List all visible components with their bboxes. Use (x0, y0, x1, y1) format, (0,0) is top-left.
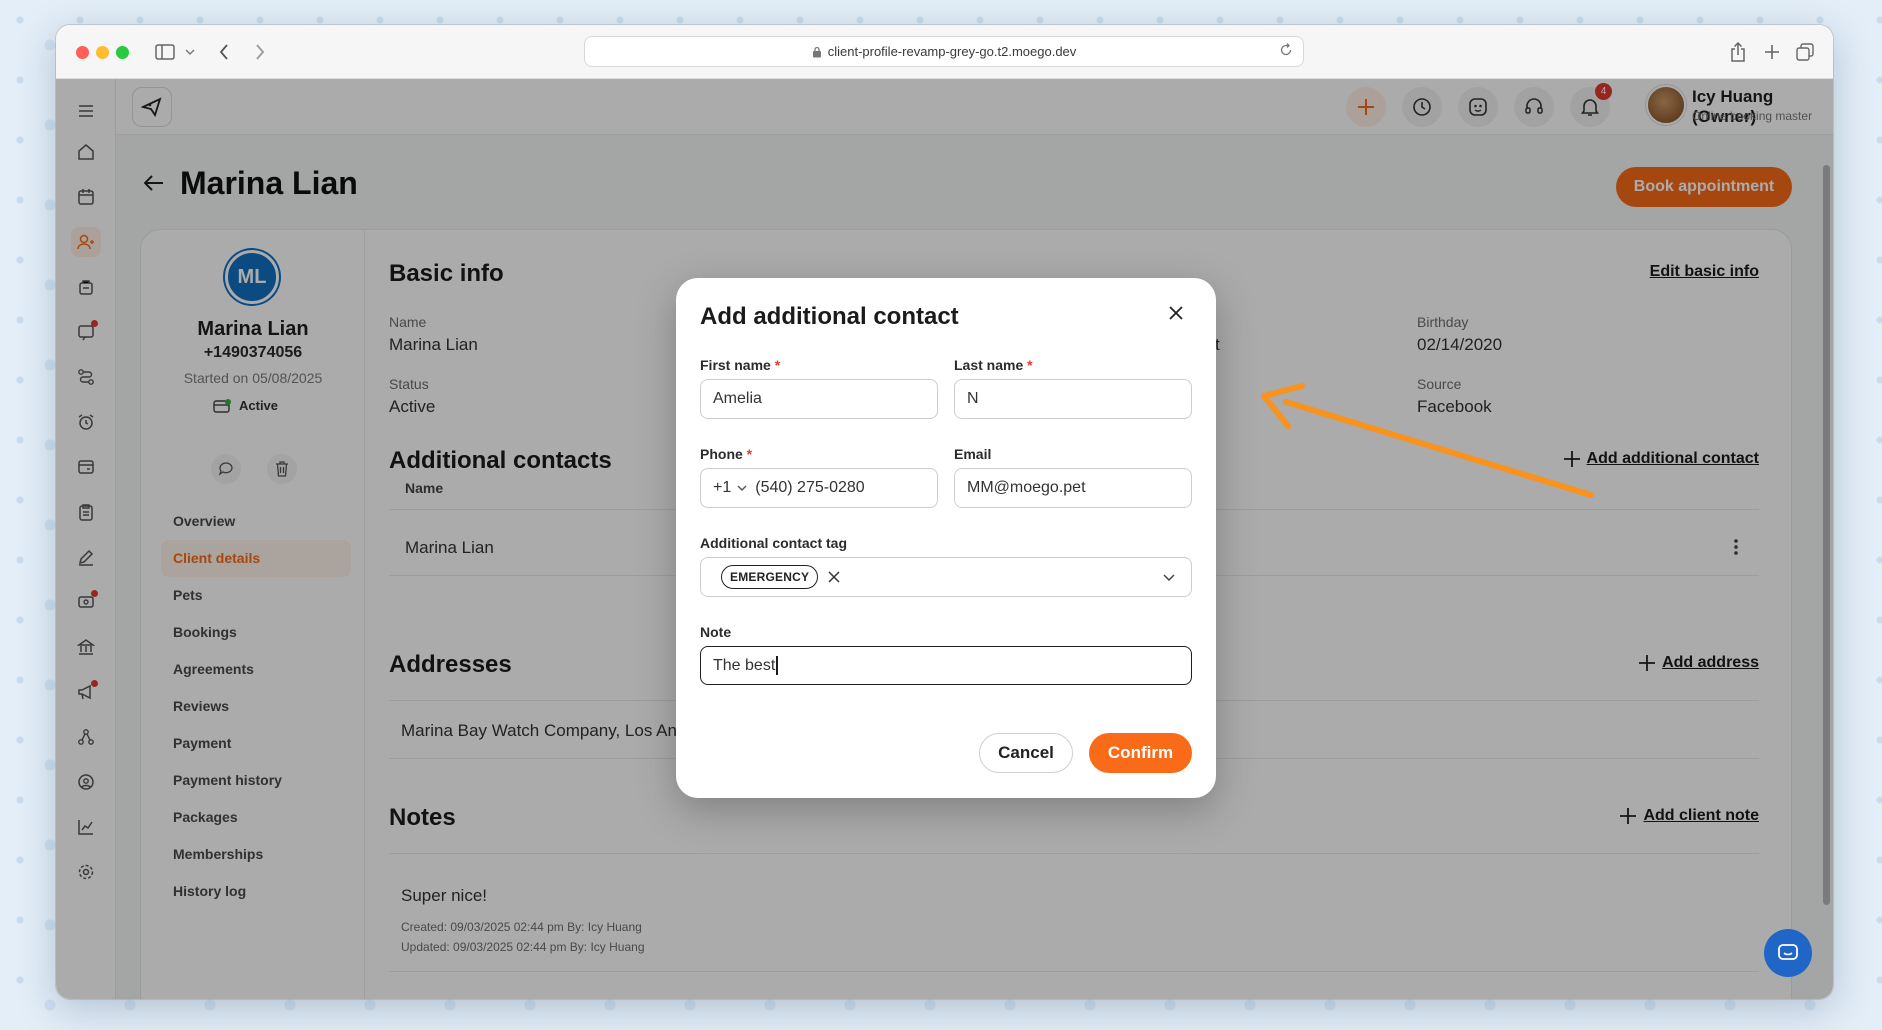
chevron-down-icon[interactable] (1163, 574, 1175, 581)
new-tab-icon[interactable] (1762, 39, 1782, 65)
add-additional-contact-dialog: Add additional contact First name * Amel… (676, 278, 1216, 798)
note-value: The best (713, 656, 776, 674)
email-label: Email (954, 446, 992, 462)
sidebar-toggle-icon[interactable] (152, 39, 178, 65)
note-field[interactable]: The best (700, 646, 1192, 685)
close-window-button[interactable] (76, 46, 89, 59)
support-chat-button[interactable] (1764, 929, 1812, 977)
chat-icon (1778, 944, 1798, 960)
page-scrollbar[interactable] (1823, 165, 1830, 905)
minimize-window-button[interactable] (96, 46, 109, 59)
note-label: Note (700, 624, 732, 640)
tab-overview-icon[interactable] (1794, 39, 1816, 65)
browser-window: client-profile-revamp-grey-go.t2.moego.d… (56, 25, 1833, 999)
first-name-label: First name * (700, 357, 781, 373)
cancel-button[interactable]: Cancel (979, 733, 1073, 773)
last-name-label: Last name * (954, 357, 1033, 373)
tag-chip: EMERGENCY (721, 565, 819, 589)
first-name-field[interactable]: Amelia (700, 379, 938, 419)
phone-label: Phone * (700, 446, 753, 462)
url-text: client-profile-revamp-grey-go.t2.moego.d… (827, 44, 1077, 59)
last-name-field[interactable]: N (954, 379, 1192, 419)
phone-number-value: (540) 275-0280 (755, 479, 865, 496)
back-nav-icon[interactable] (214, 39, 234, 65)
annotation-arrow-icon (1261, 383, 1594, 498)
reload-icon[interactable] (1279, 43, 1293, 57)
email-field[interactable]: MM@moego.pet (954, 468, 1192, 508)
close-icon[interactable] (1168, 305, 1184, 326)
phone-field[interactable]: +1 (540) 275-0280 (700, 468, 938, 508)
contact-tag-select[interactable]: EMERGENCY (700, 557, 1192, 597)
address-bar[interactable]: client-profile-revamp-grey-go.t2.moego.d… (584, 36, 1304, 67)
forward-nav-icon[interactable] (250, 39, 270, 65)
remove-tag-icon[interactable] (828, 571, 840, 583)
contact-tag-label: Additional contact tag (700, 535, 847, 551)
chevron-down-icon (737, 485, 747, 491)
maximize-window-button[interactable] (116, 46, 129, 59)
lock-icon (812, 46, 821, 57)
text-cursor (776, 656, 778, 675)
dialog-title: Add additional contact (700, 303, 959, 330)
country-code-select[interactable]: +1 (713, 479, 731, 497)
chevron-down-icon[interactable] (184, 39, 196, 65)
confirm-button[interactable]: Confirm (1089, 733, 1192, 773)
share-icon[interactable] (1728, 39, 1748, 65)
browser-toolbar: client-profile-revamp-grey-go.t2.moego.d… (56, 25, 1833, 79)
